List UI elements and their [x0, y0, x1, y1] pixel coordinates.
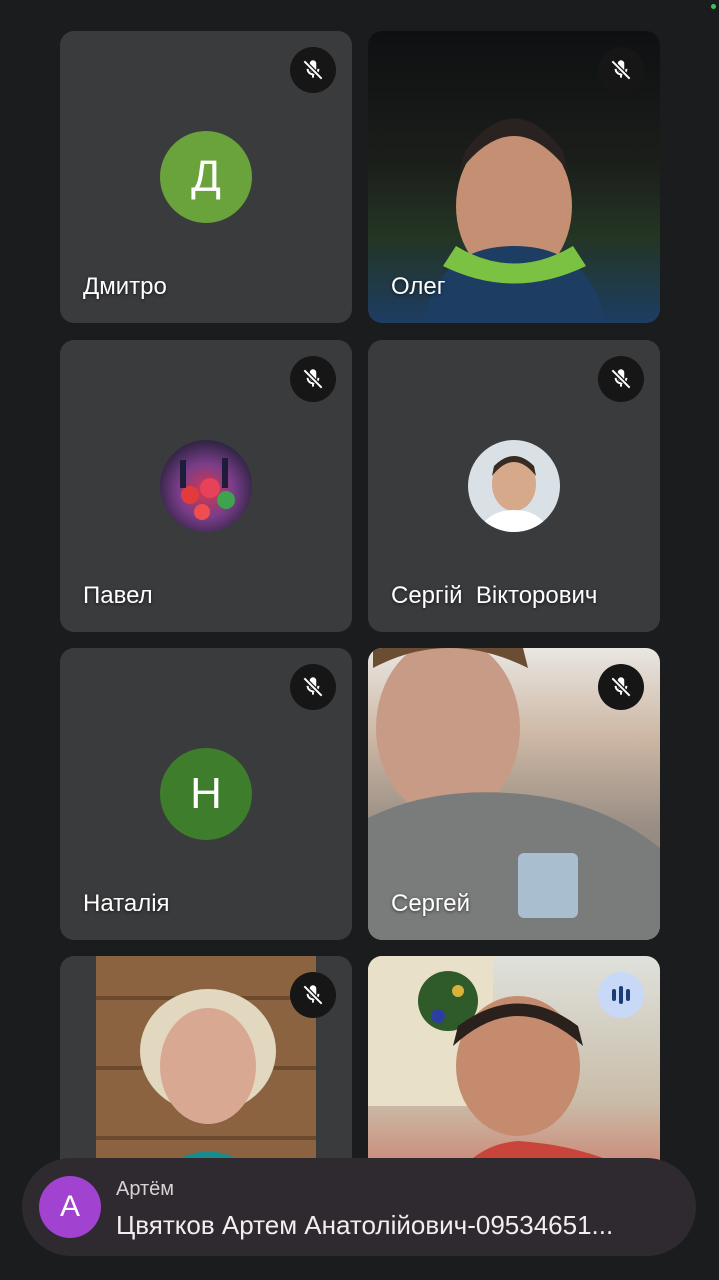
participant-name: Павел	[83, 582, 153, 609]
mic-off-icon	[598, 47, 644, 93]
chat-notification[interactable]: А Артём Цвятков Артем Анатолійович-09534…	[22, 1158, 696, 1256]
mic-off-icon	[290, 664, 336, 710]
mic-off-icon	[598, 664, 644, 710]
participant-name: Сергій Вікторович	[391, 582, 598, 609]
speaking-indicator-icon	[598, 972, 644, 1018]
sender-avatar: А	[39, 1176, 101, 1238]
participant-name: Наталія	[83, 890, 170, 917]
participant-tile-dmytro[interactable]: Д Дмитро	[60, 31, 352, 323]
mic-off-icon	[598, 356, 644, 402]
participant-avatar-image	[468, 440, 560, 532]
participant-avatar: Н	[160, 748, 252, 840]
participant-tile-sergei[interactable]: Сергей	[368, 648, 660, 940]
participant-name: Дмитро	[83, 273, 167, 300]
participant-avatar-image	[160, 440, 252, 532]
mic-off-icon	[290, 356, 336, 402]
participant-tile-serhii-viktorovych[interactable]: Сергій Вікторович	[368, 340, 660, 632]
participant-tile-nataliia[interactable]: Н Наталія	[60, 648, 352, 940]
participant-name: Сергей	[391, 890, 471, 917]
participant-tile-oleg[interactable]: Олег	[368, 31, 660, 323]
camera-in-use-indicator	[711, 4, 716, 9]
mic-off-icon	[290, 47, 336, 93]
mic-off-icon	[290, 972, 336, 1018]
sender-name: Артём	[116, 1178, 175, 1200]
participant-tile-pavel[interactable]: Павел	[60, 340, 352, 632]
message-preview: Цвятков Артем Анатолійович-09534651...	[116, 1210, 614, 1240]
participant-avatar: Д	[160, 131, 252, 223]
participant-name: Олег	[391, 273, 446, 300]
